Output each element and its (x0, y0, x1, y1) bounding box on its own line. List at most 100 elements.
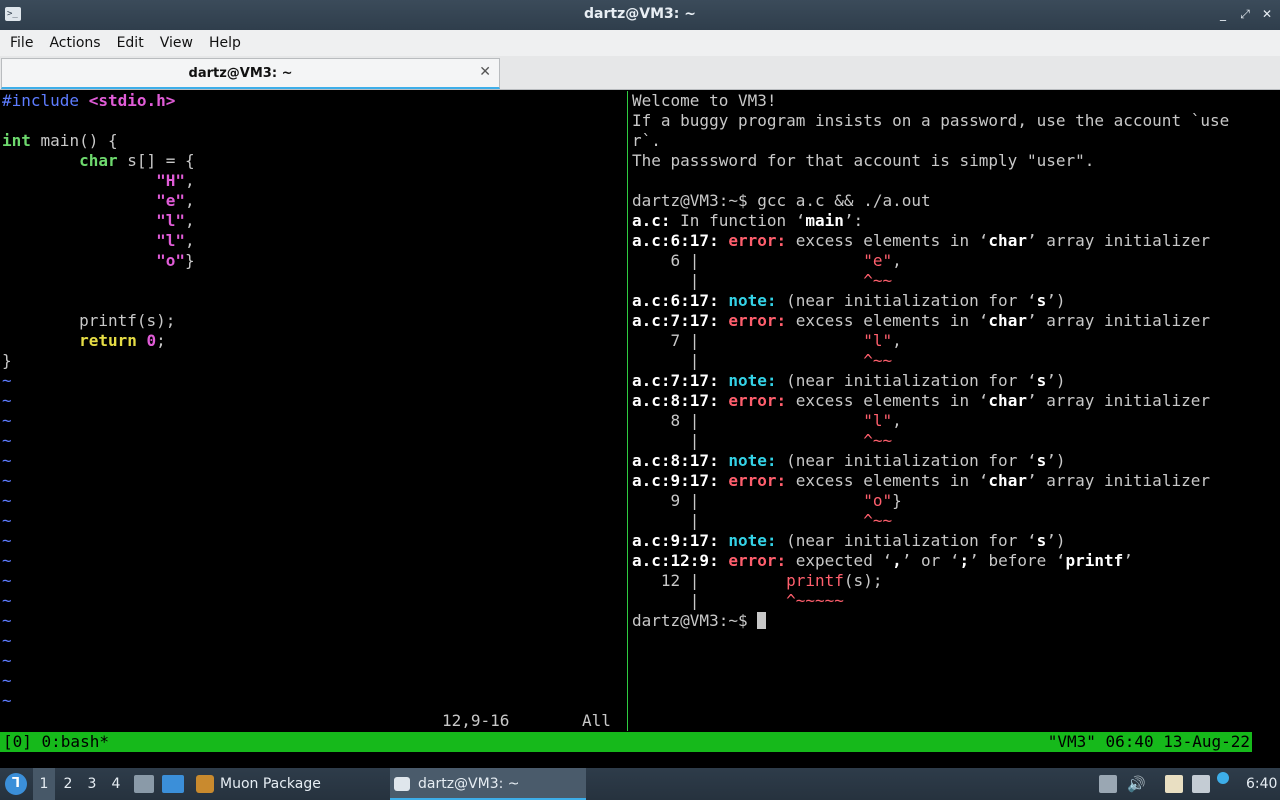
vim-text (2, 191, 156, 210)
vim-text: ~ (2, 651, 12, 670)
shell-line: dartz@VM3:~$ (632, 611, 767, 631)
shell-text: 12 | (632, 571, 787, 590)
shell-text: a.c:9:17: (632, 471, 729, 490)
shell-text: error: (728, 231, 787, 250)
window-title: dartz@VM3: ~ (584, 6, 696, 22)
vim-editor-pane[interactable]: 12,9-16 All #include <stdio.h> int main()… (0, 91, 626, 731)
vim-text (2, 171, 156, 190)
task-muon-package-manager[interactable]: Muon Package Manager (192, 768, 388, 800)
shell-output-pane[interactable]: Welcome to VM3! If a buggy program insist… (631, 91, 1279, 731)
menu-actions[interactable]: Actions (41, 30, 108, 56)
vim-text: , (185, 191, 195, 210)
shell-line: If a buggy program insists on a password… (632, 111, 1229, 131)
vim-line: ~ (2, 631, 12, 651)
shell-text: char (988, 391, 1027, 410)
notes-icon[interactable] (1165, 775, 1183, 793)
vim-text: } (2, 351, 12, 370)
workspace-3[interactable]: 3 (81, 768, 103, 800)
shell-text: ; (959, 551, 970, 570)
network-icon[interactable] (1192, 775, 1210, 793)
clipboard-icon[interactable] (1099, 775, 1117, 793)
shell-line: a.c:7:17: note: (near initialization for… (632, 371, 1066, 391)
vim-line: ~ (2, 591, 12, 611)
shell-line: 12 | printf(s); (632, 571, 883, 591)
shell-line: | ^~~~~~ (632, 591, 844, 611)
shell-text: Welcome to VM3! (632, 91, 777, 110)
vim-text: "e" (156, 191, 186, 210)
minimize-icon[interactable]: _ (1216, 6, 1230, 22)
vim-text (2, 151, 79, 170)
vim-text: char (79, 151, 118, 170)
shell-text: The passsword for that account is simply… (632, 151, 1095, 170)
shell-text: s (1036, 371, 1047, 390)
vim-text: "l" (156, 211, 186, 230)
terminal-icon (394, 777, 410, 791)
shell-text: char (988, 231, 1027, 250)
shell-text: "e" (863, 251, 893, 270)
shell-text: (near initialization for ‘ (776, 371, 1037, 390)
maximize-icon[interactable]: ⤢ (1238, 6, 1252, 22)
vim-line: ~ (2, 371, 12, 391)
vim-text (2, 331, 79, 350)
task-terminal[interactable]: dartz@VM3: ~ (390, 768, 586, 800)
tab-close-icon[interactable]: ✕ (479, 64, 491, 80)
terminal-tab[interactable]: dartz@VM3: ~ ✕ (1, 58, 500, 89)
shell-line: The passsword for that account is simply… (632, 151, 1094, 171)
task-label: dartz@VM3: ~ (418, 776, 520, 792)
vim-line: "e", (2, 191, 195, 211)
terminal-area[interactable]: 12,9-16 All #include <stdio.h> int main()… (0, 91, 1280, 765)
tmux-window-list[interactable]: [0] 0:bash* (3, 732, 109, 752)
vim-line: ~ (2, 611, 12, 631)
vim-line: int main() { (2, 131, 118, 151)
vim-text: ~ (2, 591, 12, 610)
shell-line: a.c:8:17: error: excess elements in ‘cha… (632, 391, 1210, 411)
volume-icon[interactable]: 🔊 (1127, 768, 1146, 800)
shell-text: ^~~~~~ (786, 591, 844, 610)
menu-edit[interactable]: Edit (109, 30, 152, 56)
vim-line: "o"} (2, 251, 195, 271)
window-controls: _ ⤢ ✕ (1216, 6, 1274, 22)
menu-help[interactable]: Help (201, 30, 249, 56)
shell-line: | ^~~ (632, 511, 892, 531)
shell-text: ’ array initializer (1026, 231, 1210, 250)
tmux-status-bar: [0] 0:bash* "VM3" 06:40 13-Aug-22 (0, 732, 1280, 752)
workspace-2[interactable]: 2 (57, 768, 79, 800)
shell-text: ’ before ‘ (969, 551, 1066, 570)
menu-view[interactable]: View (152, 30, 201, 56)
vim-line: return 0; (2, 331, 166, 351)
shell-line: a.c:12:9: error: expected ‘,’ or ‘;’ bef… (632, 551, 1133, 571)
shell-text: | (632, 511, 864, 530)
shell-line: a.c:9:17: note: (near initialization for… (632, 531, 1066, 551)
shell-text: , (892, 551, 902, 570)
shell-line: 6 | "e", (632, 251, 902, 271)
workspace-1[interactable]: 1 (33, 768, 55, 800)
vim-text (137, 331, 147, 350)
vim-line: "l", (2, 211, 195, 231)
tab-bar: dartz@VM3: ~ ✕ (0, 56, 1280, 90)
file-manager-icon[interactable] (134, 775, 154, 793)
update-notification-icon[interactable] (1217, 772, 1229, 784)
terminal-cursor (757, 612, 767, 629)
package-manager-icon (196, 775, 214, 793)
start-menu-icon[interactable]: ᒣ (5, 773, 27, 795)
vim-text: , (185, 211, 195, 230)
menu-file[interactable]: File (2, 30, 41, 56)
shell-line: | ^~~ (632, 431, 892, 451)
show-desktop-icon[interactable] (162, 775, 184, 793)
pane-divider[interactable] (627, 91, 628, 731)
shell-text: char (988, 311, 1027, 330)
vim-ruler-scroll: All (582, 711, 611, 730)
close-icon[interactable]: ✕ (1260, 6, 1274, 22)
vim-text: "H" (156, 171, 186, 190)
shell-text: "l" (863, 411, 893, 430)
clock[interactable]: 6:40 (1246, 768, 1277, 800)
shell-line: a.c:8:17: note: (near initialization for… (632, 451, 1066, 471)
vim-text: ~ (2, 611, 12, 630)
vim-line: ~ (2, 471, 12, 491)
vim-text: ~ (2, 391, 12, 410)
workspace-4[interactable]: 4 (105, 768, 127, 800)
shell-text: error: (728, 551, 787, 570)
vim-text: 0 (146, 331, 157, 350)
shell-text: error: (728, 391, 787, 410)
shell-line: | ^~~ (632, 351, 892, 371)
